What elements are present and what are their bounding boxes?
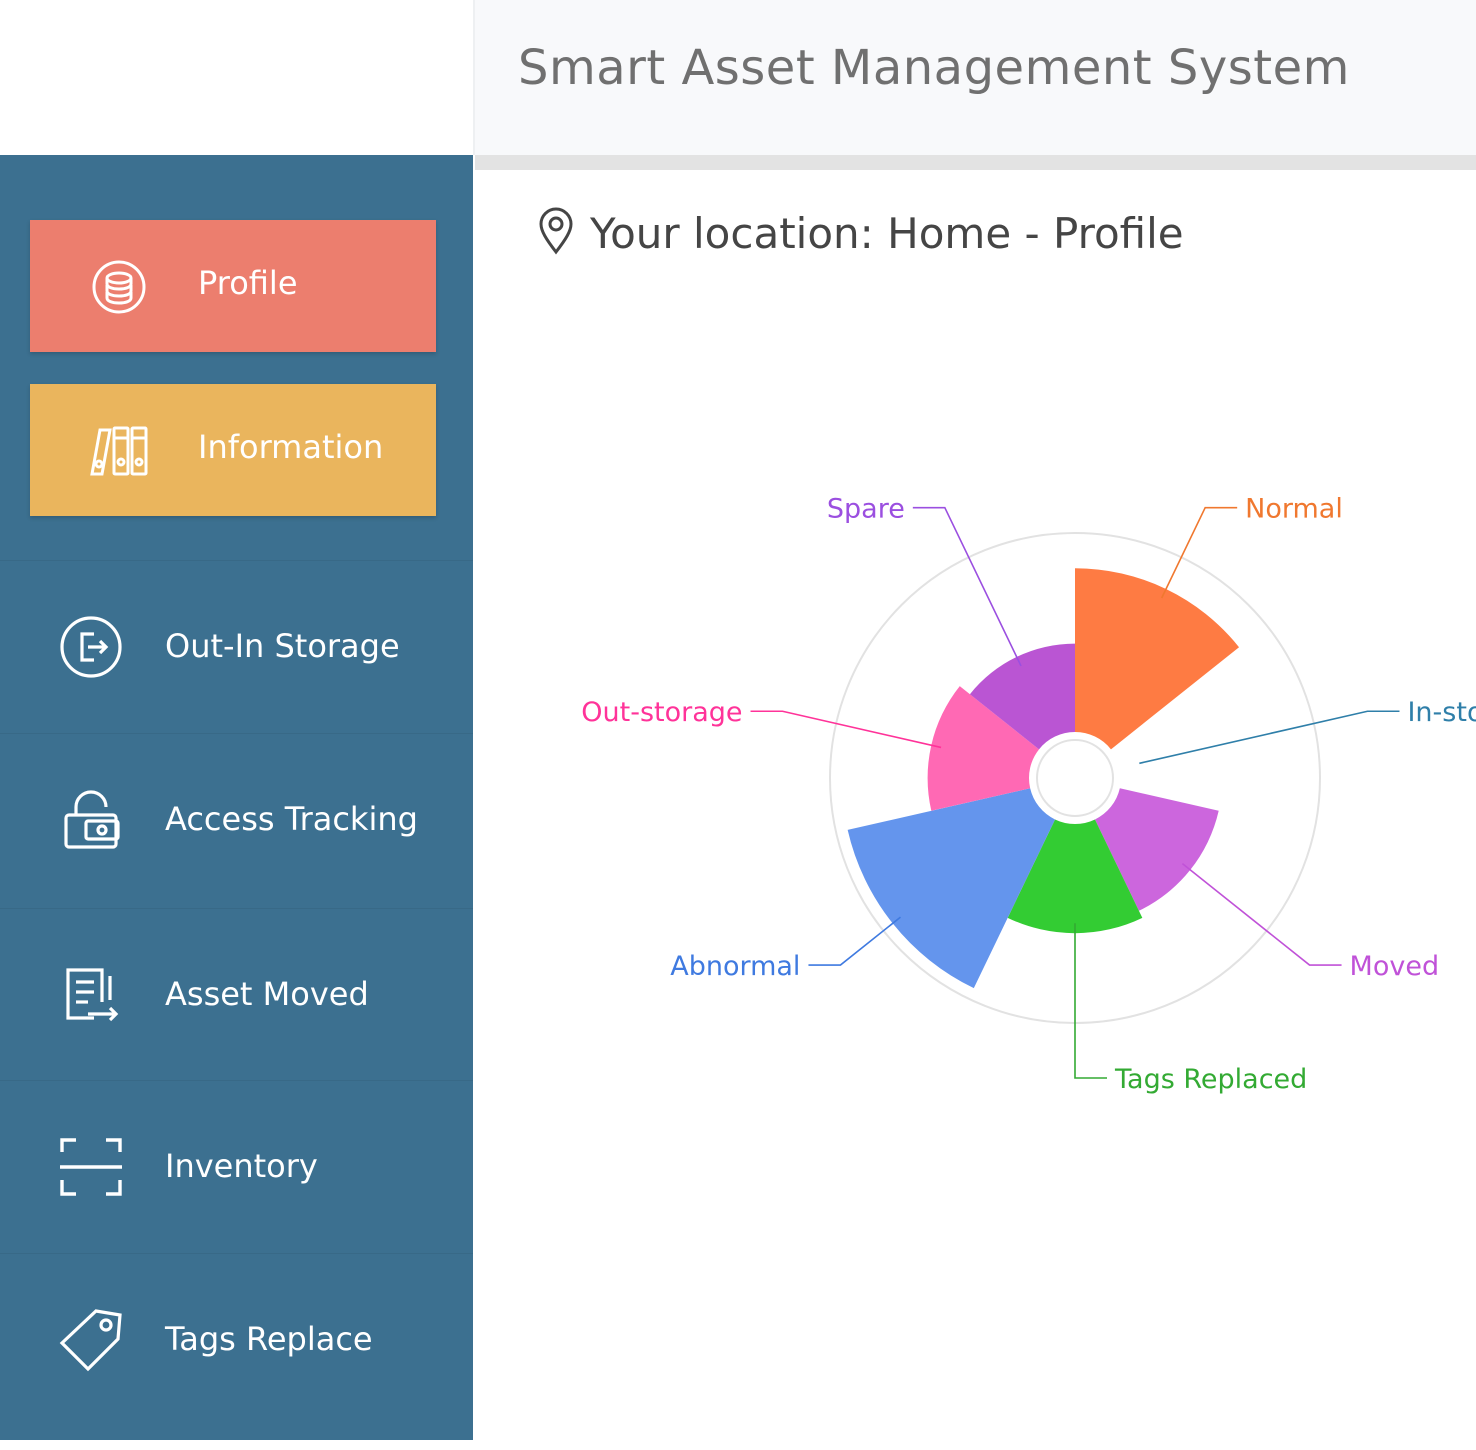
sidebar-item-label: Inventory [165, 1147, 318, 1185]
label-leader-line [1181, 863, 1342, 966]
label-leader-line [808, 916, 901, 966]
sidebar-item-access-tracking[interactable]: Access Tracking [0, 733, 473, 906]
series-label: Out-storage [581, 697, 742, 728]
binders-icon [90, 422, 148, 480]
breadcrumb: Your location: Home - Profile [538, 205, 1184, 261]
sidebar-item-label: Out-In Storage [165, 627, 400, 665]
series-label: Moved [1350, 951, 1440, 982]
sidebar-item-label: Tags Replace [165, 1320, 373, 1358]
series-label: Abnormal [670, 951, 800, 982]
sidebar-card-profile[interactable]: Profile [30, 220, 436, 352]
sidebar-card-information[interactable]: Information [30, 384, 436, 516]
series-label: Normal [1245, 494, 1343, 525]
sidebar-card-label: Information [198, 428, 384, 466]
rose-chart: Normal In-storage Moved Tags Replaced Abnorm… [581, 494, 1476, 1095]
rose-sector[interactable] [1075, 568, 1240, 750]
location-pin-icon [538, 207, 574, 259]
scan-frame-icon [58, 1134, 124, 1200]
sidebar-item-tags-replace[interactable]: Tags Replace [0, 1253, 473, 1426]
sidebar-card-label: Profile [198, 264, 298, 302]
sidebar-item-asset-moved[interactable]: Asset Moved [0, 908, 473, 1081]
sidebar-item-out-in-storage[interactable]: Out-In Storage [0, 560, 473, 733]
label-leader-line [1074, 923, 1107, 1079]
app-title: Smart Asset Management System [518, 40, 1350, 96]
sidebar-item-label: Access Tracking [165, 800, 418, 838]
chart-area: Normal In-storage Moved Tags Replaced Abnorm… [475, 300, 1476, 1120]
logo-area [0, 0, 475, 155]
label-leader-line [912, 506, 1022, 667]
label-leader-line [1139, 710, 1400, 765]
open-lock-icon [58, 787, 124, 853]
header-divider [475, 155, 1476, 170]
series-label: Spare [827, 494, 905, 525]
coins-stack-icon [90, 258, 148, 316]
bottom-strip [0, 1440, 1476, 1450]
sidebar-item-inventory[interactable]: Inventory [0, 1080, 473, 1253]
sidebar-item-label: Asset Moved [165, 975, 369, 1013]
sidebar: Profile Information Out-In Storage Acces… [0, 155, 473, 1450]
series-label: In-storage [1407, 697, 1476, 728]
exit-circle-icon [58, 614, 124, 680]
breadcrumb-text: Your location: Home - Profile [590, 208, 1184, 258]
document-arrow-icon [58, 962, 124, 1028]
top-bar: Smart Asset Management System [475, 0, 1476, 155]
series-label: Tags Replaced [1114, 1064, 1307, 1095]
label-leader-line [750, 710, 942, 749]
tag-icon [58, 1307, 124, 1373]
chart-inner-hole [1035, 738, 1115, 818]
